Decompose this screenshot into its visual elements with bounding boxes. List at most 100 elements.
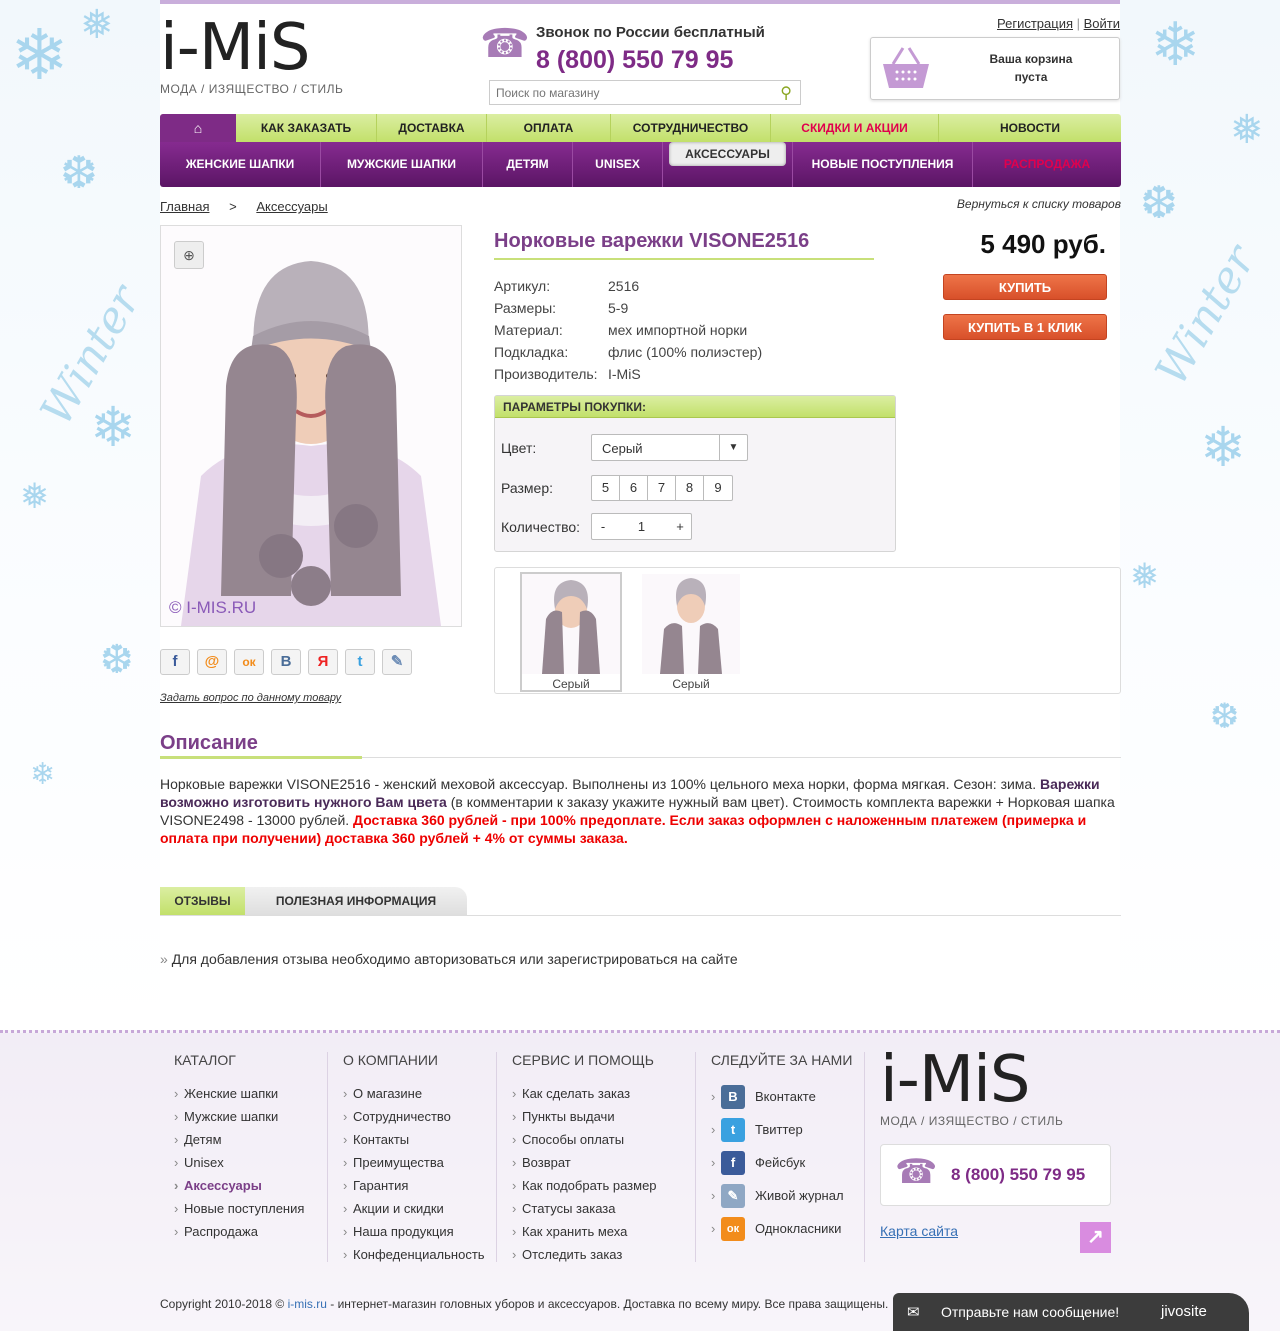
follow-facebook[interactable]: f Фейсбук — [711, 1146, 852, 1179]
nav-discounts[interactable]: СКИДКИ И АКЦИИ — [770, 114, 938, 142]
footer-link[interactable]: Преимущества — [343, 1155, 485, 1178]
breadcrumb-current[interactable]: Аксессуары — [256, 199, 327, 214]
tab-useful-info[interactable]: ПОЛЕЗНАЯ ИНФОРМАЦИЯ — [245, 887, 467, 915]
footer-link[interactable]: Гарантия — [343, 1178, 485, 1201]
header-phone[interactable]: 8 (800) 550 79 95 — [536, 46, 733, 75]
footer-link[interactable]: Мужские шапки — [174, 1109, 304, 1132]
chat-widget[interactable]: ✉ Отправьте нам сообщение! jivosite — [893, 1293, 1249, 1331]
product-image[interactable]: ⊕ © I-MIS.RU — [160, 225, 462, 627]
ask-question-link[interactable]: Задать вопрос по данному товару — [160, 692, 341, 704]
vk-icon: В — [721, 1084, 745, 1109]
thumbnail[interactable]: Серый — [640, 572, 742, 692]
color-select[interactable]: Серый ▼ — [591, 434, 748, 461]
facebook-icon[interactable]: f — [160, 649, 190, 675]
main-nav-bottom: ЖЕНСКИЕ ШАПКИ МУЖСКИЕ ШАПКИ ДЕТЯМ UNISEX… — [160, 142, 1121, 187]
login-link[interactable]: Войти — [1084, 16, 1120, 31]
product-specs: Артикул: 2516 Размеры: 5-9 Материал: мех им… — [494, 275, 762, 385]
mail-icon[interactable]: @ — [197, 649, 227, 675]
footer-service-title: СЕРВИС И ПОМОЩЬ — [512, 1052, 654, 1068]
footer-catalog: КАТАЛОГ Женские шапки Мужские шапки Детя… — [174, 1052, 304, 1247]
vk-icon[interactable]: В — [271, 649, 301, 675]
footer-link[interactable]: Статусы заказа — [512, 1201, 657, 1224]
footer-link[interactable]: Пункты выдачи — [512, 1109, 657, 1132]
nav-kids[interactable]: ДЕТЯМ — [482, 142, 572, 187]
nav-cooperation[interactable]: СОТРУДНИЧЕСТВО — [610, 114, 770, 142]
nav-women-hats[interactable]: ЖЕНСКИЕ ШАПКИ — [160, 142, 320, 187]
footer-separator — [695, 1052, 696, 1262]
qty-minus-button[interactable]: - — [592, 519, 614, 534]
footer-link[interactable]: Возврат — [512, 1155, 657, 1178]
size-option[interactable]: 5 — [592, 476, 620, 500]
footer-link[interactable]: Как хранить меха — [512, 1224, 657, 1247]
footer-link[interactable]: Способы оплаты — [512, 1132, 657, 1155]
footer-link[interactable]: Контакты — [343, 1132, 485, 1155]
odnoklassniki-icon[interactable]: ок — [234, 649, 264, 675]
nav-delivery[interactable]: ДОСТАВКА — [376, 114, 486, 142]
thumbnail-image — [642, 574, 740, 674]
footer-link[interactable]: Как подобрать размер — [512, 1178, 657, 1201]
tab-reviews[interactable]: ОТЗЫВЫ — [160, 887, 245, 915]
snowflake-icon: ❅ — [80, 2, 114, 48]
buy-one-click-button[interactable]: КУПИТЬ В 1 КЛИК — [943, 314, 1107, 340]
snowflake-icon: ❄ — [1150, 10, 1201, 80]
copyright-link[interactable]: i-mis.ru — [288, 1297, 327, 1311]
nav-how-to-order[interactable]: КАК ЗАКАЗАТЬ — [236, 114, 376, 142]
footer-link[interactable]: Отследить заказ — [512, 1247, 657, 1270]
footer-link[interactable]: Наша продукция — [343, 1224, 485, 1247]
nav-accessories[interactable]: АКСЕССУАРЫ — [662, 142, 792, 187]
size-option[interactable]: 6 — [620, 476, 648, 500]
footer-link[interactable]: Новые поступления — [174, 1201, 304, 1224]
footer-logo[interactable]: i-MiS МОДА / ИЗЯЩЕСТВО / СТИЛЬ — [880, 1048, 1063, 1128]
chat-brand: jivosite — [1161, 1303, 1207, 1320]
footer-link[interactable]: Как сделать заказ — [512, 1086, 657, 1109]
nav-unisex[interactable]: UNISEX — [572, 142, 662, 187]
bullet: » — [160, 951, 168, 967]
follow-label: Твиттер — [755, 1122, 803, 1137]
search-box[interactable]: ⚲ — [489, 80, 801, 105]
nav-new-arrivals[interactable]: НОВЫЕ ПОСТУПЛЕНИЯ — [792, 142, 972, 187]
footer-link[interactable]: Сотрудничество — [343, 1109, 485, 1132]
thumbnail[interactable]: Серый — [520, 572, 622, 692]
footer-link-active[interactable]: Аксессуары — [174, 1178, 304, 1201]
nav-news[interactable]: НОВОСТИ — [938, 114, 1121, 142]
nav-payment[interactable]: ОПЛАТА — [486, 114, 610, 142]
nav-men-hats[interactable]: МУЖСКИЕ ШАПКИ — [320, 142, 482, 187]
size-option[interactable]: 8 — [676, 476, 704, 500]
follow-twitter[interactable]: t Твиттер — [711, 1113, 852, 1146]
size-selector: 5 6 7 8 9 — [591, 475, 733, 501]
yandex-icon[interactable]: Я — [308, 649, 338, 675]
footer-link[interactable]: О магазине — [343, 1086, 485, 1109]
register-link[interactable]: Регистрация — [997, 16, 1073, 31]
livejournal-icon[interactable]: ✎ — [382, 649, 412, 675]
logo[interactable]: i-MiS МОДА / ИЗЯЩЕСТВО / СТИЛЬ — [160, 16, 343, 96]
twitter-icon[interactable]: t — [345, 649, 375, 675]
follow-livejournal[interactable]: ✎ Живой журнал — [711, 1179, 852, 1212]
size-option[interactable]: 9 — [704, 476, 732, 500]
footer-link[interactable]: Женские шапки — [174, 1086, 304, 1109]
params-header: ПАРАМЕТРЫ ПОКУПКИ: — [495, 396, 895, 418]
breadcrumb-home[interactable]: Главная — [160, 199, 209, 214]
qty-plus-button[interactable]: + — [669, 519, 691, 534]
footer-link[interactable]: Акции и скидки — [343, 1201, 485, 1224]
search-icon[interactable]: ⚲ — [780, 83, 792, 103]
sitemap-link[interactable]: Карта сайта — [880, 1223, 958, 1239]
home-button[interactable]: ⌂ — [160, 114, 236, 142]
zoom-button[interactable]: ⊕ — [174, 241, 204, 269]
scroll-top-button[interactable]: ↗ — [1080, 1222, 1111, 1253]
zoom-icon: ⊕ — [183, 247, 195, 263]
footer-link[interactable]: Конфеденциальность — [343, 1247, 485, 1270]
footer-link[interactable]: Unisex — [174, 1155, 304, 1178]
qty-value[interactable]: 1 — [614, 519, 669, 534]
footer-link[interactable]: Детям — [174, 1132, 304, 1155]
size-option[interactable]: 7 — [648, 476, 676, 500]
spec-row: Подкладка: флис (100% полиэстер) — [494, 341, 762, 363]
footer-phone[interactable]: 8 (800) 550 79 95 — [951, 1165, 1085, 1185]
back-to-list-link[interactable]: Вернуться к списку товаров — [920, 197, 1121, 211]
follow-vk[interactable]: В Вконтакте — [711, 1080, 852, 1113]
nav-sale[interactable]: РАСПРОДАЖА — [972, 142, 1121, 187]
search-input[interactable] — [490, 81, 760, 104]
footer-link[interactable]: Распродажа — [174, 1224, 304, 1247]
follow-odnoklassniki[interactable]: ок Однокласники — [711, 1212, 852, 1245]
buy-button[interactable]: КУПИТЬ — [943, 274, 1107, 300]
cart-box[interactable]: Ваша корзина пуста — [870, 37, 1120, 100]
